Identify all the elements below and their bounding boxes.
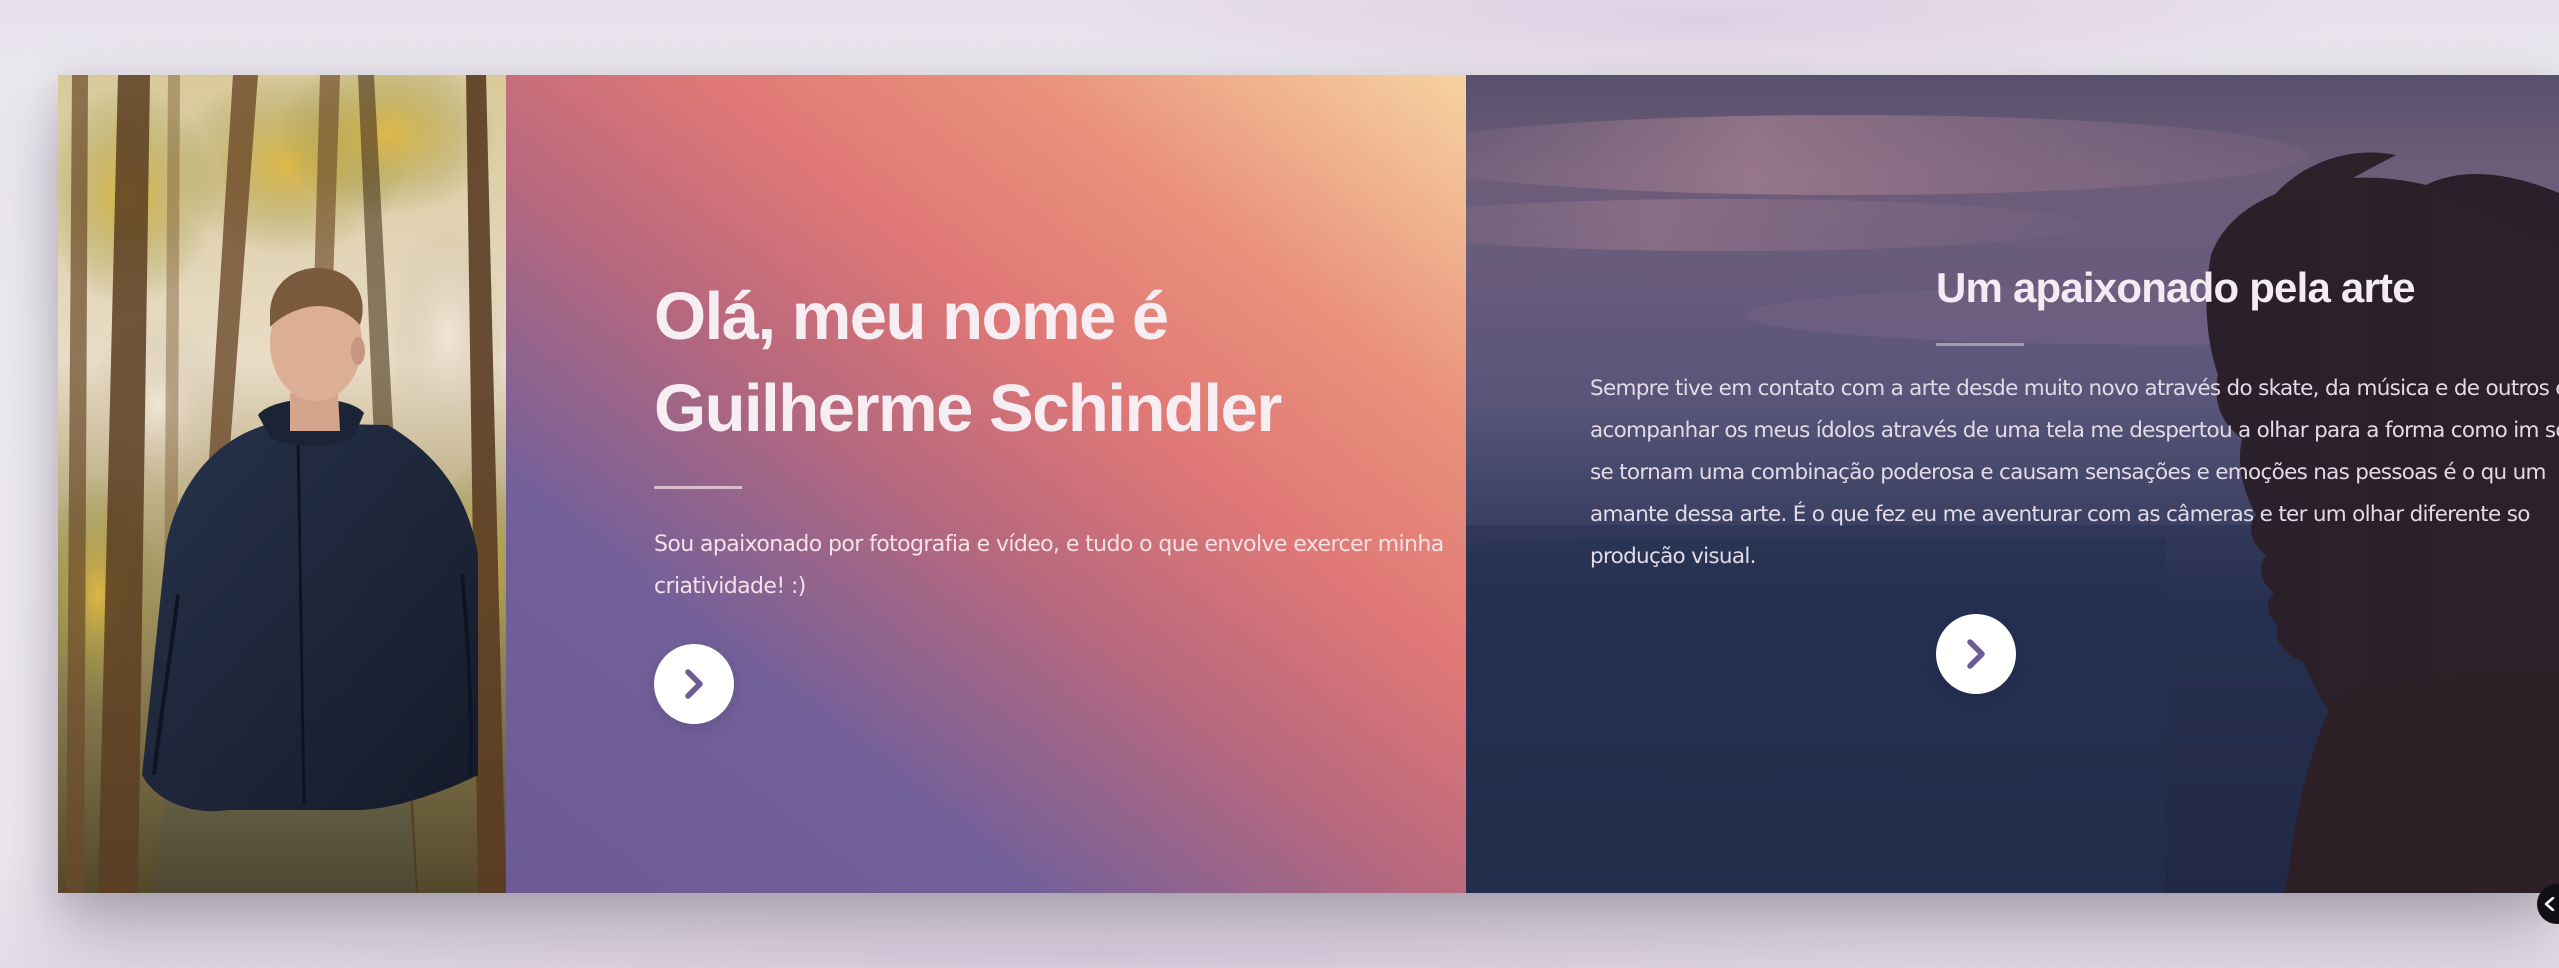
intro-title: Olá, meu nome é Guilherme Schindler [654,271,1414,455]
chevron-right-icon [1967,639,1985,669]
intro-divider [654,486,742,489]
portrait-photo-illustration [58,75,506,893]
intro-description: Sou apaixonado por fotografia e vídeo, e… [654,532,1444,599]
intro-title-line-1: Olá, meu nome é [654,279,1169,354]
chevron-left-icon [2544,897,2555,911]
chevron-right-icon [685,669,703,699]
art-divider [1936,343,2024,346]
intro-title-line-2: Guilherme Schindler [654,371,1282,446]
intro-panel: Olá, meu nome é Guilherme Schindler Sou … [506,75,1466,893]
portrait-photo [58,75,506,893]
hero-carousel: Olá, meu nome é Guilherme Schindler Sou … [58,75,2559,893]
art-title: Um apaixonado pela arte [1936,264,2416,311]
art-next-button[interactable] [1936,614,2016,694]
intro-next-button[interactable] [654,644,734,724]
art-panel: Um apaixonado pela arte Sempre tive em c… [1466,75,2559,893]
art-description: Sempre tive em contato com a arte desde … [1590,376,2559,569]
